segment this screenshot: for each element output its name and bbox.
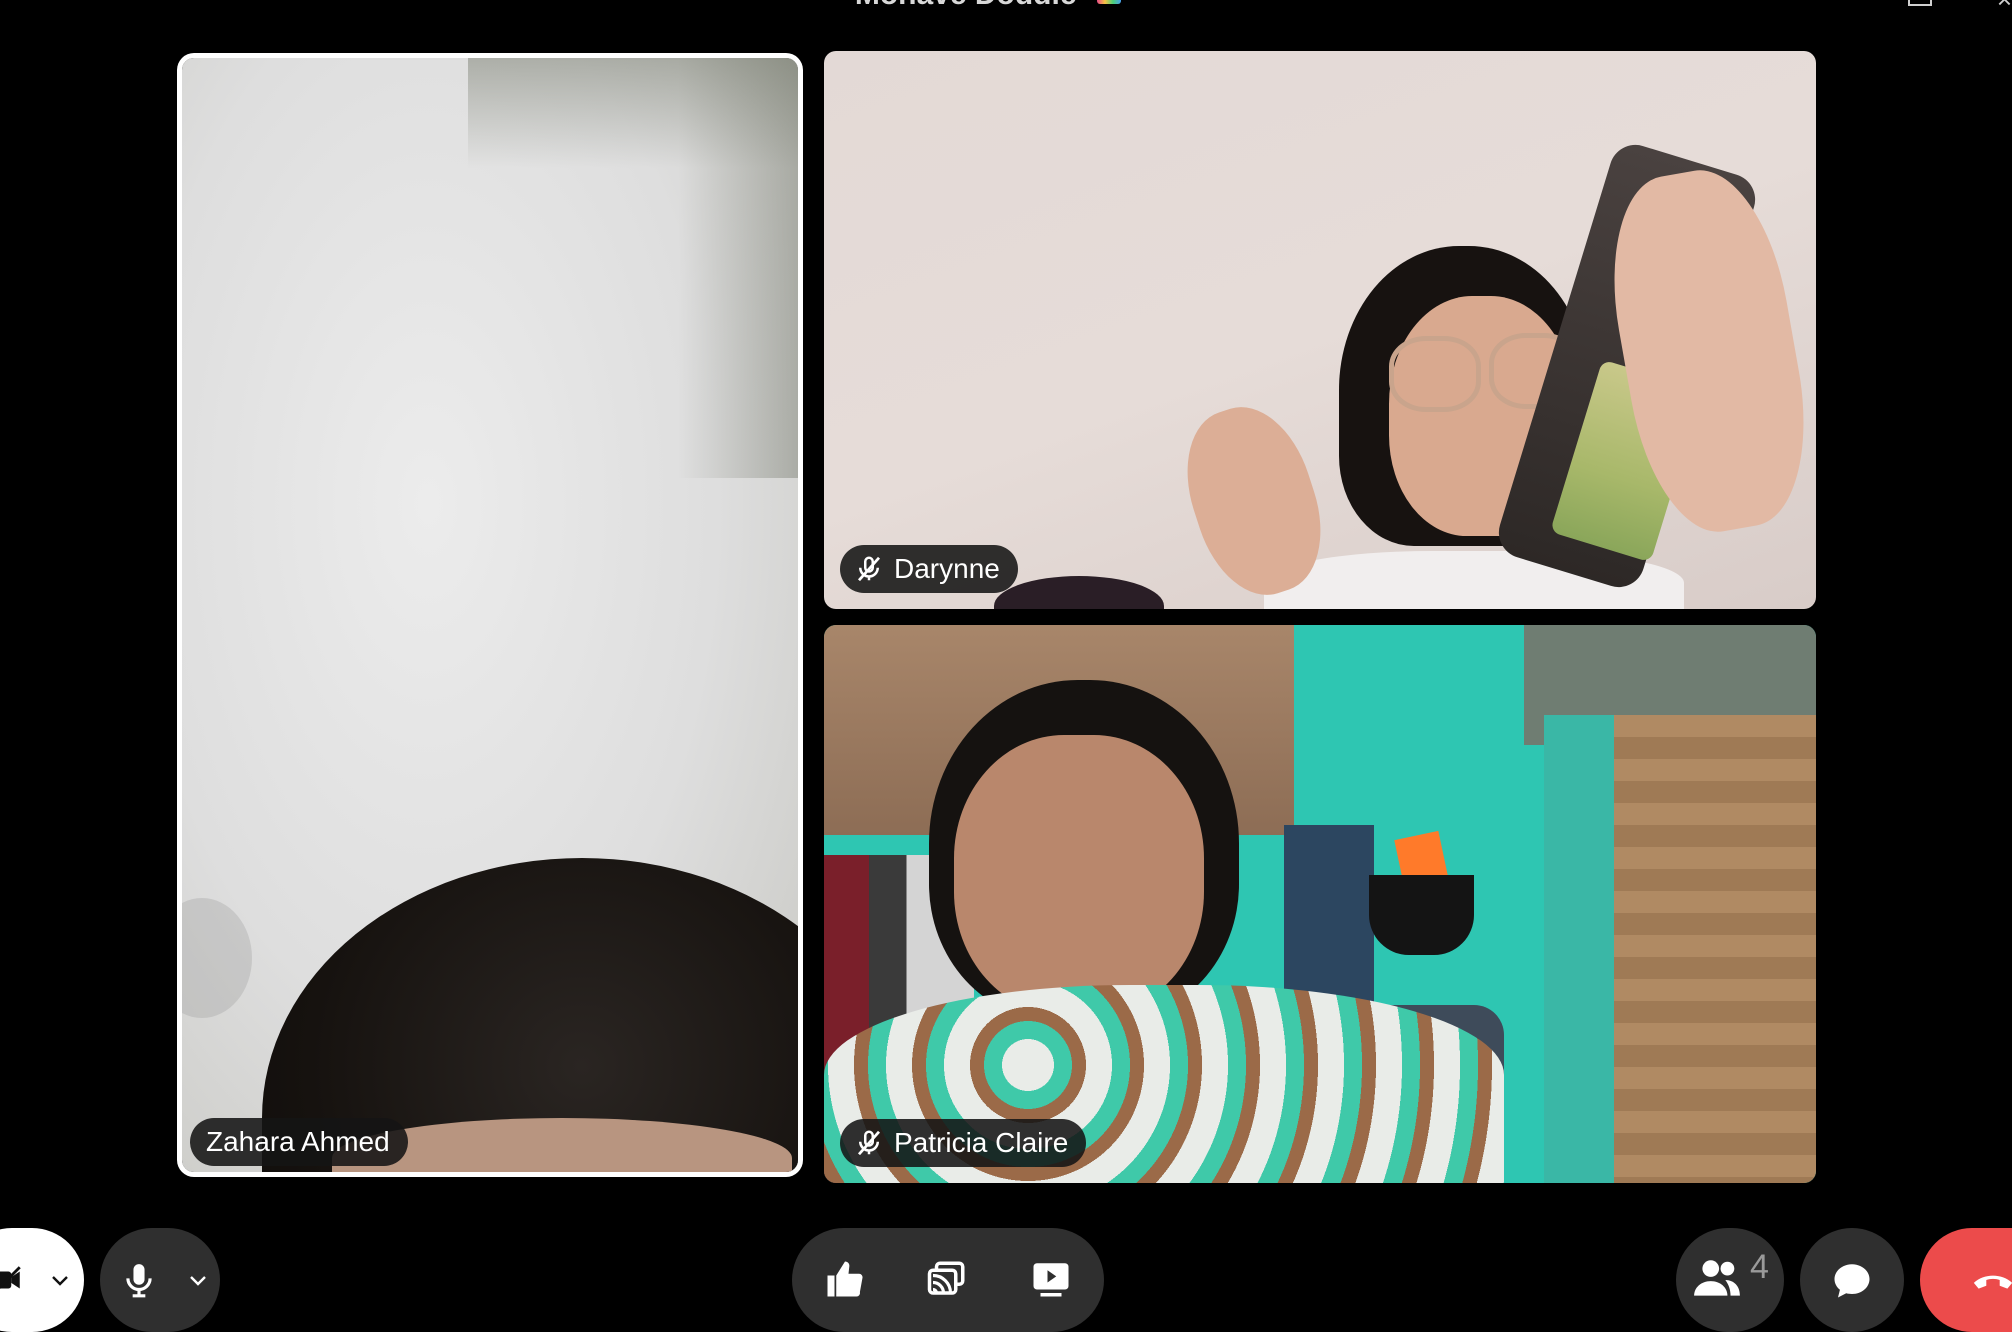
video-shadow bbox=[468, 58, 798, 168]
chat-button[interactable] bbox=[1800, 1228, 1904, 1332]
microphone-icon bbox=[126, 1264, 152, 1298]
participant-count: 4 bbox=[1750, 1248, 1769, 1286]
participant-name-tag: Darynne bbox=[840, 545, 1018, 593]
muted-mic-icon bbox=[857, 1130, 881, 1156]
video-tile-darynne[interactable]: Darynne bbox=[824, 51, 1816, 609]
share-screen-icon[interactable] bbox=[926, 1258, 968, 1300]
chevron-down-icon[interactable] bbox=[48, 1268, 72, 1292]
video-tile-zahara-ahmed[interactable]: Zahara Ahmed bbox=[182, 58, 798, 1172]
close-window-icon[interactable]: × bbox=[1997, 0, 2012, 15]
participant-name: Patricia Claire bbox=[894, 1127, 1069, 1158]
hanging-bag bbox=[1369, 875, 1474, 955]
thumbs-up-icon[interactable] bbox=[824, 1258, 866, 1300]
background-doorframe bbox=[1544, 715, 1614, 1183]
participant-face bbox=[954, 735, 1204, 1015]
hang-up-icon bbox=[1973, 1275, 2012, 1289]
camera-toggle-button[interactable] bbox=[0, 1228, 84, 1332]
call-title-text: • Mohave Doddie bbox=[836, 0, 1077, 11]
muted-mic-icon bbox=[857, 556, 881, 582]
participant-name-tag: Zahara Ahmed bbox=[190, 1118, 408, 1166]
video-camera-icon bbox=[0, 1266, 21, 1290]
minimize-window-icon[interactable] bbox=[1908, 0, 1932, 6]
title-emoji-icon bbox=[1096, 0, 1121, 5]
background-door bbox=[1614, 715, 1816, 1183]
participant-name: Darynne bbox=[894, 553, 1000, 584]
participant-name: Zahara Ahmed bbox=[206, 1126, 390, 1157]
participants-button[interactable]: 4 bbox=[1676, 1228, 1784, 1332]
present-icon[interactable] bbox=[1030, 1258, 1072, 1300]
chat-bubble-icon bbox=[1834, 1264, 1870, 1298]
glasses-left bbox=[1389, 336, 1481, 412]
background-object bbox=[994, 576, 1164, 609]
participant-name-tag: Patricia Claire bbox=[840, 1119, 1087, 1167]
video-tile-patricia-claire[interactable]: Patricia Claire bbox=[824, 625, 1816, 1183]
video-blur bbox=[182, 898, 252, 1018]
chevron-down-icon[interactable] bbox=[186, 1268, 210, 1292]
reactions-toolbar bbox=[792, 1228, 1104, 1332]
call-title: • Mohave Doddie bbox=[836, 0, 1121, 12]
people-icon bbox=[1694, 1260, 1740, 1296]
microphone-toggle-button[interactable] bbox=[100, 1228, 220, 1332]
end-call-button[interactable] bbox=[1920, 1228, 2012, 1332]
